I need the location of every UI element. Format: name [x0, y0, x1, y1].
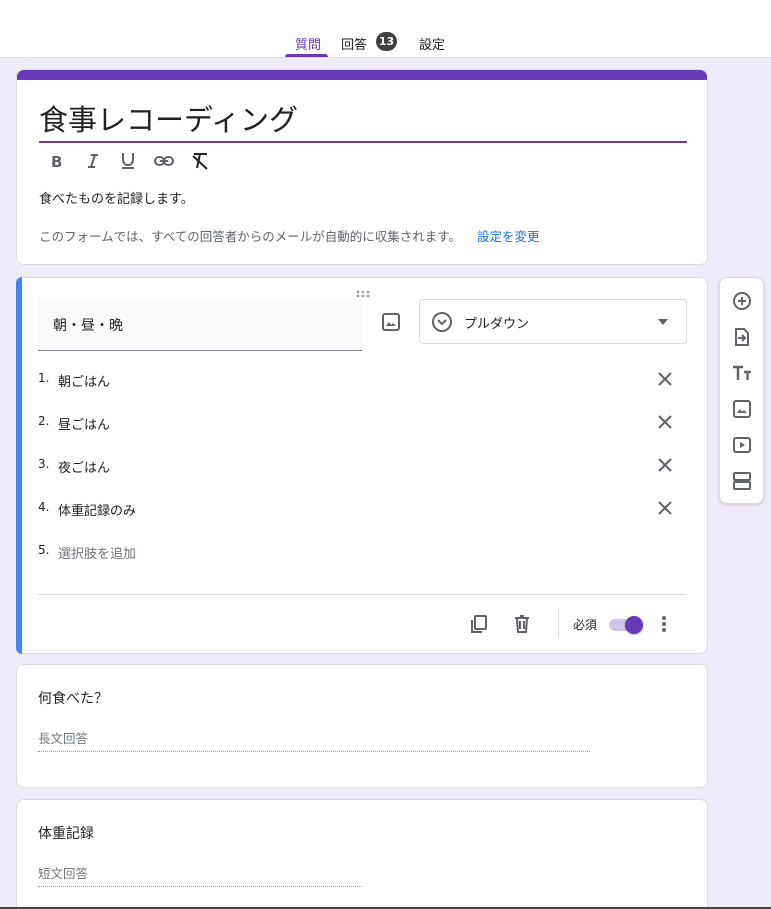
- duplicate-icon[interactable]: [468, 613, 490, 635]
- question-title: 体重記録: [38, 826, 94, 842]
- list-item[interactable]: 1. 朝ごはん: [38, 368, 688, 392]
- italic-icon[interactable]: [82, 150, 104, 172]
- clear-format-icon[interactable]: [189, 150, 211, 172]
- bold-icon[interactable]: B: [46, 150, 68, 172]
- add-option-button[interactable]: 選択肢を追加: [58, 543, 136, 562]
- required-toggle[interactable]: [609, 616, 643, 634]
- add-video-icon[interactable]: [731, 434, 753, 456]
- tab-responses[interactable]: 回答: [341, 34, 367, 58]
- active-indicator-bar: [16, 277, 22, 654]
- form-header-card: 食事レコーディング B 食べたものを記録します。 このフォームでは、すべての回答…: [16, 69, 708, 265]
- option-number: 5.: [38, 543, 50, 557]
- close-icon[interactable]: [654, 497, 676, 519]
- toggle-knob: [625, 616, 643, 634]
- dropdown-type-icon: [432, 312, 452, 332]
- option-number: 3.: [38, 457, 50, 471]
- option-number: 1.: [38, 371, 50, 385]
- required-label: 必須: [573, 618, 598, 632]
- responses-count-badge: 13: [376, 32, 397, 51]
- active-tab-indicator: [285, 54, 328, 57]
- link-icon[interactable]: [153, 150, 175, 172]
- close-icon[interactable]: [654, 454, 676, 476]
- question-title: 何食べた？: [38, 691, 108, 707]
- short-answer-placeholder: 短文回答: [38, 863, 362, 887]
- underline-icon[interactable]: [117, 150, 139, 172]
- divider: [38, 594, 686, 595]
- question-type-label: プルダウン: [464, 317, 530, 332]
- top-bar: 質問 回答 13 設定: [0, 0, 771, 58]
- footer-divider: [558, 608, 559, 638]
- add-title-icon[interactable]: [731, 362, 753, 384]
- more-options-icon[interactable]: [657, 613, 671, 635]
- list-item[interactable]: 3. 夜ごはん: [38, 454, 688, 478]
- option-label[interactable]: 夜ごはん: [58, 457, 110, 476]
- form-title[interactable]: 食事レコーディング: [39, 97, 298, 139]
- add-question-icon[interactable]: [731, 290, 753, 312]
- list-item[interactable]: 4. 体重記録のみ: [38, 497, 688, 521]
- question-title-input[interactable]: 朝・昼・晩: [38, 299, 362, 351]
- svg-text:B: B: [51, 153, 62, 169]
- question-card[interactable]: 体重記録 短文回答: [16, 799, 708, 909]
- drag-handle-icon[interactable]: [355, 284, 371, 298]
- chevron-down-icon: [658, 319, 668, 325]
- option-label[interactable]: 体重記録のみ: [58, 500, 136, 519]
- question-type-dropdown[interactable]: プルダウン: [419, 299, 687, 344]
- change-settings-link[interactable]: 設定を変更: [477, 226, 540, 245]
- active-question-card[interactable]: 朝・昼・晩 プルダウン 1. 朝ごはん 2. 昼ごはん 3. 夜ごはん 4. 体…: [16, 277, 708, 654]
- add-option-row[interactable]: 5. 選択肢を追加: [38, 540, 688, 564]
- add-section-icon[interactable]: [731, 470, 753, 492]
- image-icon[interactable]: [379, 310, 403, 334]
- option-number: 4.: [38, 500, 50, 514]
- form-description[interactable]: 食べたものを記録します。: [39, 188, 194, 207]
- list-item[interactable]: 2. 昼ごはん: [38, 411, 688, 435]
- close-icon[interactable]: [654, 411, 676, 433]
- close-icon[interactable]: [654, 368, 676, 390]
- option-number: 2.: [38, 414, 50, 428]
- long-answer-placeholder: 長文回答: [38, 728, 590, 752]
- email-collection-note: このフォームでは、すべての回答者からのメールが自動的に収集されます。: [39, 229, 462, 244]
- add-image-icon[interactable]: [731, 398, 753, 420]
- option-label[interactable]: 昼ごはん: [58, 414, 110, 433]
- title-underline: [39, 141, 687, 143]
- import-questions-icon[interactable]: [731, 326, 753, 348]
- tab-settings[interactable]: 設定: [419, 34, 445, 58]
- question-card[interactable]: 何食べた？ 長文回答: [16, 664, 708, 788]
- side-toolbar: [719, 277, 764, 504]
- trash-icon[interactable]: [511, 613, 533, 635]
- option-label[interactable]: 朝ごはん: [58, 371, 110, 390]
- theme-stripe: [17, 70, 707, 80]
